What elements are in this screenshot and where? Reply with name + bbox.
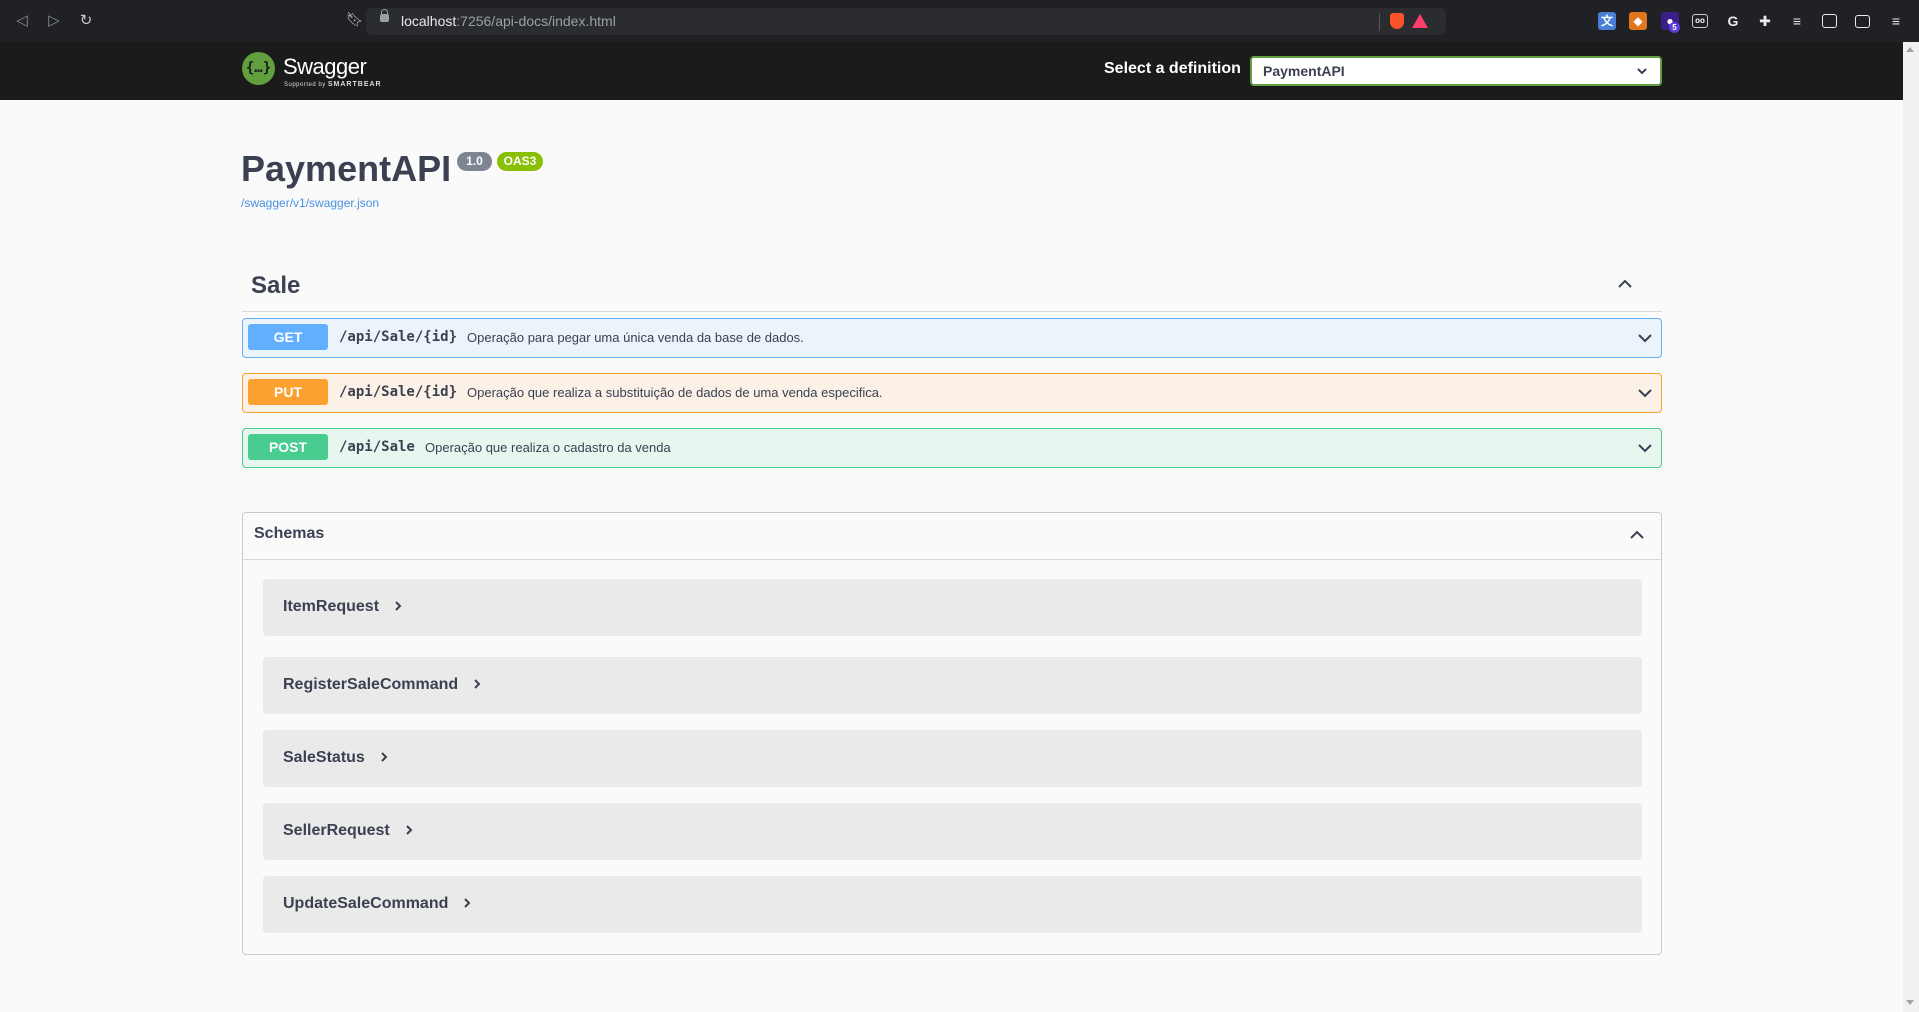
operation-put-sale-id[interactable]: PUT /api/Sale/{id} Operação que realiza … [242, 373, 1662, 413]
schema-name: SellerRequest [283, 822, 390, 839]
method-badge: POST [248, 434, 328, 460]
definition-selected-value: PaymentAPI [1263, 63, 1345, 79]
chevron-right-icon [381, 752, 388, 762]
chevron-right-icon [464, 898, 471, 908]
schemas-section: Schemas ItemRequest RegisterSaleCommand … [242, 512, 1662, 955]
operation-description: Operação que realiza a substituição de d… [467, 385, 883, 400]
spec-link[interactable]: /swagger/v1/swagger.json [241, 196, 379, 210]
method-badge: PUT [248, 379, 328, 405]
swagger-logo-icon[interactable]: {…} [242, 52, 275, 85]
definition-select[interactable]: PaymentAPI [1250, 56, 1662, 86]
brave-shields-icon[interactable] [1390, 13, 1404, 29]
swagger-topbar: {…} Swagger Supported by SMARTBEAR Selec… [0, 42, 1903, 100]
playlist-icon[interactable]: ≡ [1788, 12, 1806, 30]
menu-icon[interactable]: ≡ [1887, 12, 1905, 30]
operation-description: Operação que realiza o cadastro da venda [425, 440, 671, 455]
bookmark-icon[interactable]: 🔖︎ [346, 11, 364, 28]
version-badge: 1.0 [457, 152, 492, 171]
operation-path: /api/Sale/{id} [339, 329, 458, 345]
browser-toolbar: ◁ ▷ ↻ 🔖︎ localhost:7256/api-docs/index.h… [0, 0, 1919, 43]
sidebar-icon[interactable] [1822, 14, 1837, 28]
back-icon[interactable]: ◁ [12, 11, 32, 31]
scroll-up-icon[interactable] [1906, 47, 1914, 52]
schema-item[interactable]: SaleStatus [263, 730, 1642, 787]
definition-label: Select a definition [1104, 60, 1241, 77]
swagger-logo-text[interactable]: Swagger [283, 54, 367, 80]
api-title: PaymentAPI [241, 148, 452, 189]
brave-rewards-icon[interactable] [1412, 14, 1428, 28]
chevron-right-icon [474, 679, 481, 689]
tag-divider [242, 311, 1662, 312]
schema-item[interactable]: SellerRequest [263, 803, 1642, 860]
schema-name: SaleStatus [283, 749, 365, 766]
forward-icon[interactable]: ▷ [44, 11, 64, 31]
method-badge: GET [248, 324, 328, 350]
operation-path: /api/Sale/{id} [339, 384, 458, 400]
schema-item[interactable]: RegisterSaleCommand [263, 657, 1642, 714]
scroll-down-icon[interactable] [1906, 1000, 1914, 1005]
schema-name: RegisterSaleCommand [283, 676, 459, 693]
lock-icon[interactable] [380, 9, 389, 22]
grammarly-icon[interactable]: G [1724, 12, 1742, 30]
chevron-down-icon [1637, 68, 1647, 75]
extension-badge: 5 [1669, 22, 1680, 33]
chevron-down-icon[interactable] [1637, 440, 1653, 456]
operation-description: Operação para pegar uma única venda da b… [467, 330, 804, 345]
schemas-header[interactable]: Schemas [243, 513, 1661, 560]
chevron-up-icon[interactable] [1617, 276, 1633, 292]
chevron-down-icon[interactable] [1637, 385, 1653, 401]
metamask-icon[interactable]: ◆ [1629, 12, 1647, 30]
schema-name: UpdateSaleCommand [283, 895, 449, 912]
smartbear-tagline: Supported by SMARTBEAR [284, 81, 382, 88]
tag-title[interactable]: Sale [251, 272, 300, 300]
chevron-right-icon [395, 601, 402, 611]
url-text[interactable]: localhost:7256/api-docs/index.html [401, 13, 616, 29]
address-divider [1379, 13, 1380, 31]
schemas-title: Schemas [254, 525, 325, 542]
chevron-up-icon[interactable] [1629, 527, 1645, 543]
schema-name: ItemRequest [283, 598, 380, 615]
oas-badge: OAS3 [497, 152, 543, 171]
operation-get-sale-id[interactable]: GET /api/Sale/{id} Operação para pegar u… [242, 318, 1662, 358]
schema-item[interactable]: UpdateSaleCommand [263, 876, 1642, 933]
glasses-icon[interactable]: oo [1692, 14, 1708, 28]
address-bar[interactable]: 🔖︎ localhost:7256/api-docs/index.html [346, 8, 1446, 35]
schema-item[interactable]: ItemRequest [263, 579, 1642, 636]
wallet-card-icon[interactable] [1855, 15, 1870, 28]
chevron-right-icon [406, 825, 413, 835]
operation-post-sale[interactable]: POST /api/Sale Operação que realiza o ca… [242, 428, 1662, 468]
chevron-down-icon[interactable] [1637, 330, 1653, 346]
extensions-icon[interactable]: ✚ [1756, 12, 1774, 30]
page-scrollbar[interactable] [1903, 42, 1919, 1012]
translate-icon[interactable]: 文 [1598, 12, 1616, 30]
reload-icon[interactable]: ↻ [76, 11, 96, 31]
operation-path: /api/Sale [339, 439, 415, 455]
